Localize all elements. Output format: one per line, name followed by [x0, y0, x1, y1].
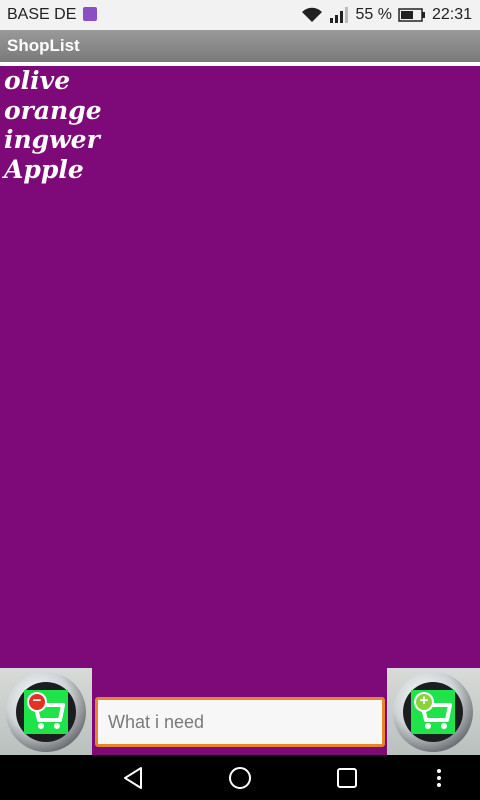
status-indicators: 55 % 22:31 — [301, 6, 472, 24]
app-title: ShopList — [7, 36, 80, 55]
more-vertical-icon[interactable] — [430, 765, 448, 791]
button-ring: + — [393, 672, 473, 752]
minus-badge-icon: − — [29, 693, 45, 710]
item-input[interactable] — [95, 697, 385, 747]
button-ring: − — [6, 672, 86, 752]
cart-add-icon: + — [411, 690, 455, 734]
battery-icon — [398, 8, 425, 22]
add-item-button[interactable]: + — [387, 668, 480, 755]
home-icon[interactable] — [227, 765, 253, 791]
remove-item-button[interactable]: − — [0, 668, 92, 755]
navigation-bar — [0, 755, 480, 800]
cart-remove-icon: − — [24, 690, 68, 734]
battery-percent: 55 % — [355, 6, 392, 23]
shopping-list: olive orange ingwer Apple — [4, 66, 474, 184]
back-icon[interactable] — [120, 765, 146, 791]
list-item[interactable]: olive — [4, 66, 474, 96]
list-item[interactable]: ingwer — [4, 125, 474, 155]
wifi-icon — [302, 7, 323, 22]
clock: 22:31 — [431, 6, 472, 23]
status-bar: BASE DE 55 % 22:31 — [0, 0, 480, 30]
app-title-bar: ShopList — [0, 30, 480, 62]
carrier-name: BASE DE — [7, 6, 77, 23]
sim-notification-icon — [83, 7, 97, 21]
plus-badge-icon: + — [416, 693, 432, 710]
recents-icon[interactable] — [334, 765, 360, 791]
list-item[interactable]: Apple — [4, 155, 474, 185]
list-item[interactable]: orange — [4, 96, 474, 126]
signal-icon — [330, 7, 349, 23]
